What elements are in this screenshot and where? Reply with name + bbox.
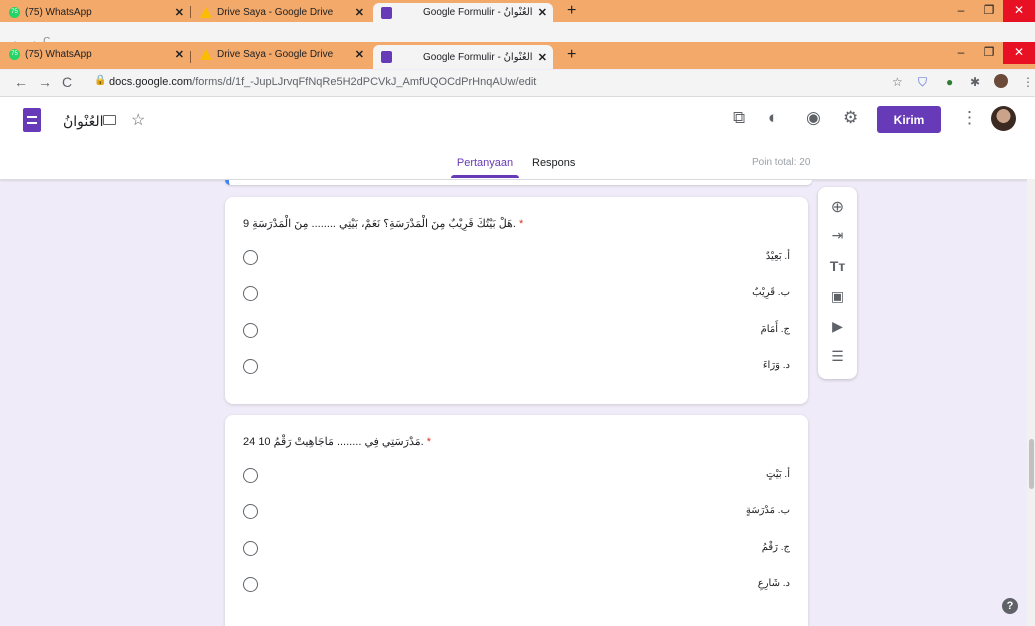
option-row[interactable]: ج. أَمَامَ [243,323,790,339]
option-row[interactable]: ج. رَقْمُ [243,541,790,557]
folder-icon[interactable] [103,115,116,125]
forms-header: العُنْوانُ ☆ ⧉ ◐ ◉ ⚙ Kirim ⋮ Pertanyaan … [0,97,1035,180]
add-video-icon[interactable]: ▶ [818,318,857,335]
tab-strip-back: 75 (75) WhatsApp ✕ Drive Saya - Google Dri… [0,0,1035,22]
option-row[interactable]: أ. بَعِيْدٌ [243,250,790,266]
preview-eye-icon[interactable]: ◉ [806,108,821,128]
radio-button[interactable] [243,504,258,519]
previous-question-card-edge[interactable] [225,180,812,185]
window-close-icon[interactable]: ✕ [1003,0,1035,22]
restore-icon[interactable]: ❐ [975,0,1003,22]
radio-button[interactable] [243,250,258,265]
radio-button[interactable] [243,541,258,556]
floating-toolbar: ⊕ ⇥ Tт ▣ ▶ ☰ [818,187,857,379]
points-total: Poin total: 20 [752,157,811,168]
scrollbar-thumb[interactable] [1029,439,1034,489]
minimize-icon[interactable]: – [947,42,975,64]
tab-strip: 75 (75) WhatsApp ✕ Drive Saya - Google Dri… [0,42,1035,69]
tab-divider [190,51,191,63]
help-icon[interactable]: ? [1002,598,1018,614]
new-tab-button[interactable]: + [567,46,576,64]
active-tab-indicator [451,175,519,178]
add-question-icon[interactable]: ⊕ [818,197,857,217]
form-title[interactable]: العُنْوانُ [63,113,104,130]
palette-icon[interactable]: ◐ [768,108,778,128]
add-section-icon[interactable]: ☰ [818,348,857,365]
radio-button[interactable] [243,577,258,592]
reload-icon[interactable]: C [62,74,72,90]
bookmark-star-icon[interactable]: ☆ [892,75,903,89]
option-row[interactable]: ب. قَرِيْبٌ [243,286,790,302]
star-icon[interactable]: ☆ [131,110,145,130]
close-tab-icon[interactable]: ✕ [175,6,184,19]
scrollbar[interactable] [1027,179,1035,626]
ghost-address-bar: ← → C [0,22,1035,42]
window-controls: – ❐ ✕ [947,0,1035,22]
question-card[interactable]: هَلْ بَيْتُكَ قَرِيْبٌ مِنَ الْمَدْرَسَة… [225,197,808,404]
more-options-icon[interactable]: ⋮ [961,108,978,128]
radio-button[interactable] [243,359,258,374]
question-card[interactable]: مَدْرَسَتِي فِي ........ مَاجَاهِيتْ رَق… [225,415,808,626]
radio-button[interactable] [243,323,258,338]
shield-extension-icon[interactable]: ⛉ [918,75,927,90]
close-tab-icon[interactable]: ✕ [175,48,184,61]
lock-icon: 🔒 [94,75,107,86]
close-tab-icon[interactable]: ✕ [355,6,364,19]
restore-icon[interactable]: ❐ [975,42,1003,64]
add-image-icon[interactable]: ▣ [818,288,857,305]
minimize-icon[interactable]: – [947,0,975,22]
close-tab-icon[interactable]: ✕ [538,6,547,19]
add-title-icon[interactable]: Tт [818,258,857,274]
google-forms-logo[interactable] [23,108,41,132]
profile-avatar-icon[interactable] [994,74,1008,88]
whatsapp-icon: 75 [9,49,20,60]
globe-extension-icon[interactable]: ● [946,75,953,89]
google-forms-icon [381,51,392,63]
tab-whatsapp-back[interactable]: 75 (75) WhatsApp ✕ [0,3,190,22]
tab-forms[interactable]: Google Formulir - العُنْوانُ ✕ [373,45,553,69]
radio-button[interactable] [243,468,258,483]
tab-divider [190,6,191,18]
option-row[interactable]: د. شَارِعِ [243,577,790,593]
google-drive-icon [200,7,212,18]
tab-drive[interactable]: Drive Saya - Google Drive ✕ [192,45,370,64]
settings-gear-icon[interactable]: ⚙ [843,108,858,128]
google-forms-icon [381,6,392,19]
option-row[interactable]: ب. مَدْرَسَةٍ [243,504,790,520]
close-tab-icon[interactable]: ✕ [538,51,547,64]
option-row[interactable]: أ. بَيْتٍ [243,468,790,484]
window-controls: – ❐ ✕ [947,42,1035,64]
address-bar-row: ← → C 🔒 docs.google.com/forms/d/1f_-JupL… [0,70,1035,97]
tab-responses[interactable]: Respons [532,157,575,169]
avatar[interactable] [991,106,1016,131]
window-close-icon[interactable]: ✕ [1003,42,1035,64]
new-tab-button[interactable]: + [567,2,576,20]
tab-whatsapp[interactable]: 75 (75) WhatsApp ✕ [0,45,190,64]
puzzle-extensions-icon[interactable]: ✱ [970,75,980,89]
back-icon[interactable]: ← [14,74,28,90]
url-field[interactable]: 🔒 docs.google.com/forms/d/1f_-JupLJrvqFf… [82,72,1030,92]
question-title: مَدْرَسَتِي فِي ........ مَاجَاهِيتْ رَق… [243,436,432,448]
tab-drive-back[interactable]: Drive Saya - Google Drive ✕ [192,3,370,22]
addons-puzzle-icon[interactable]: ⧉ [733,108,745,128]
forward-icon[interactable]: → [38,74,52,90]
import-questions-icon[interactable]: ⇥ [818,227,857,244]
option-row[interactable]: د. وَرَاءَ [243,359,790,375]
google-drive-icon [200,49,212,60]
tab-forms-back[interactable]: Google Formulir - العُنْوانُ ✕ [373,3,553,22]
send-button[interactable]: Kirim [877,106,941,133]
whatsapp-icon: 75 [9,7,20,18]
browser-menu-icon[interactable]: ⋮ [1022,75,1034,89]
question-title: هَلْ بَيْتُكَ قَرِيْبٌ مِنَ الْمَدْرَسَة… [243,218,524,230]
tab-questions[interactable]: Pertanyaan [451,157,519,169]
url-text: docs.google.com/forms/d/1f_-JupLJrvqFfNq… [109,76,537,88]
radio-button[interactable] [243,286,258,301]
close-tab-icon[interactable]: ✕ [355,48,364,61]
